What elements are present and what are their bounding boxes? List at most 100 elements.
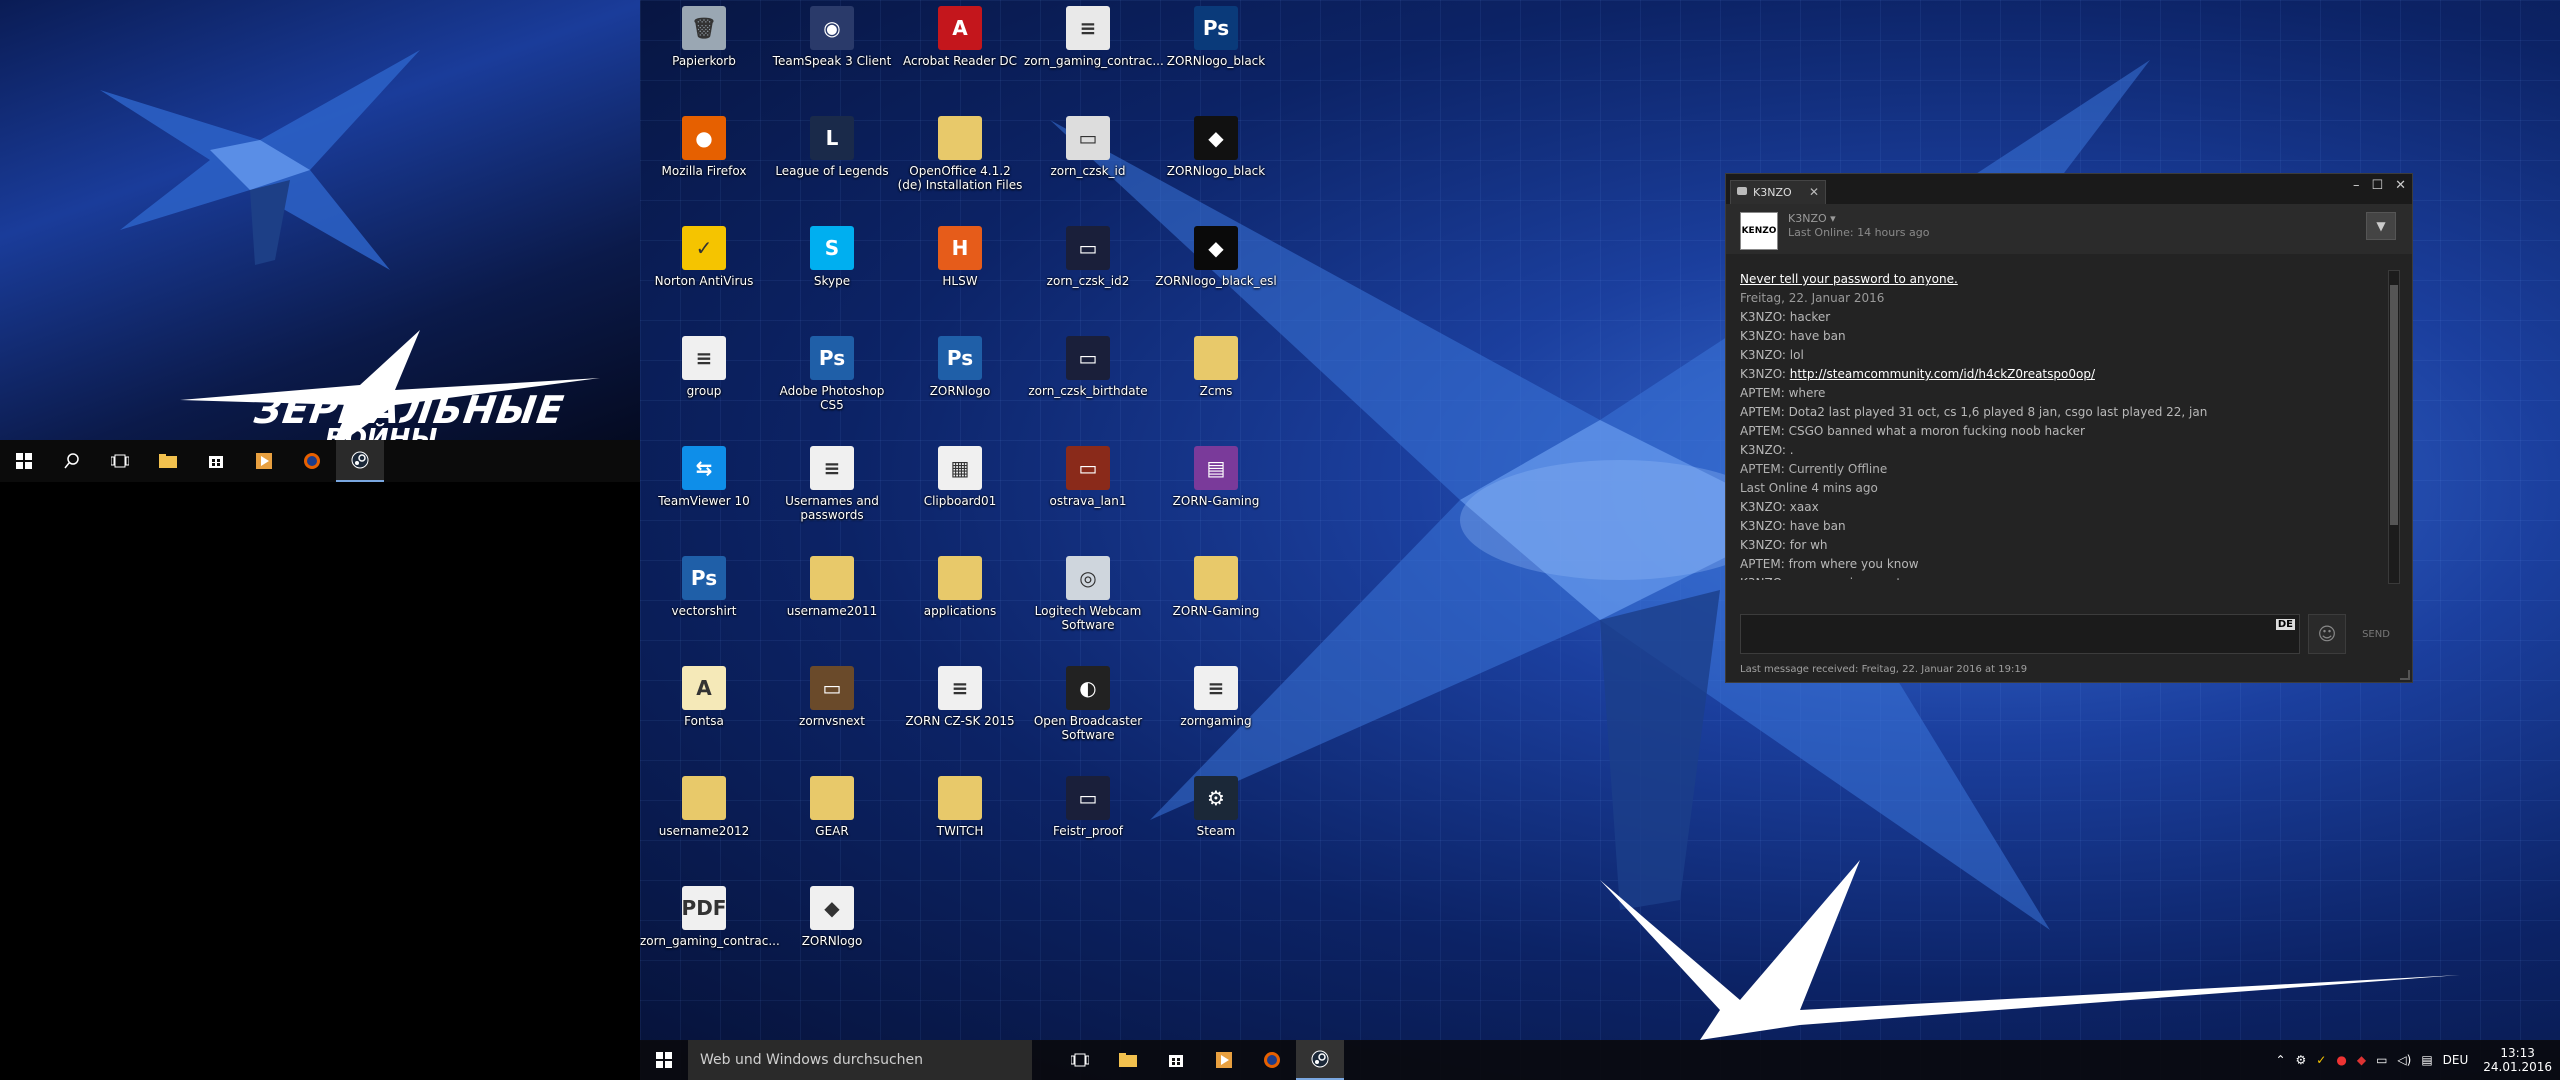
chevron-down-icon[interactable]: ▾	[1830, 212, 1836, 225]
left-wallpaper: ЗЕРКАЛЬНЫЕ ВОЙНЫ	[0, 0, 640, 445]
search-icon[interactable]	[48, 440, 96, 482]
desktop-icon-label: zornvsnext	[799, 714, 865, 728]
desktop-icon[interactable]: ZORN-Gaming	[1152, 550, 1280, 618]
taskbar-search-input[interactable]: Web und Windows durchsuchen	[688, 1040, 1032, 1080]
steam-chat-window[interactable]: K3NZO ✕ – ☐ ✕ KENZO K3NZO ▾ Last Online:…	[1725, 173, 2413, 683]
chat-message: K3NZO: for wh	[1740, 536, 2384, 555]
font-icon: A	[682, 666, 726, 710]
scrollbar-thumb[interactable]	[2390, 285, 2398, 525]
desktop-icon[interactable]: GEAR	[768, 770, 896, 838]
task-view-icon[interactable]	[1056, 1040, 1104, 1080]
desktop-icon[interactable]: 🗑 Papierkorb	[640, 0, 768, 68]
desktop-icon[interactable]: ≡ Usernames and passwords	[768, 440, 896, 522]
desktop-icon-label: Usernames and passwords	[785, 494, 879, 522]
task-view-icon[interactable]	[96, 440, 144, 482]
desktop-icon-label: ZORNlogo	[929, 384, 991, 398]
desktop-icon[interactable]: L League of Legends	[768, 110, 896, 178]
chat-titlebar[interactable]: K3NZO ✕ – ☐ ✕	[1726, 174, 2412, 205]
maximize-icon[interactable]: ☐	[2371, 178, 2383, 193]
firefox-icon[interactable]	[1248, 1040, 1296, 1080]
desktop-icon[interactable]: ⚙ Steam	[1152, 770, 1280, 838]
steam-icon[interactable]	[1296, 1040, 1344, 1080]
desktop-icon[interactable]: Ps ZORNlogo_black	[1152, 0, 1280, 68]
desktop-icon[interactable]: OpenOffice 4.1.2 (de) Installation Files	[896, 110, 1024, 192]
store-icon[interactable]	[192, 440, 240, 482]
desktop-icon[interactable]: ▭ zorn_czsk_id2	[1024, 220, 1152, 288]
desktop-icon[interactable]: ◆ ZORNlogo_black_esl	[1152, 220, 1280, 288]
desktop-icon[interactable]: ⇆ TeamViewer 10	[640, 440, 768, 508]
desktop-icon[interactable]: ≡ ZORN CZ-SK 2015	[896, 660, 1024, 728]
desktop-icon[interactable]: Ps vectorshirt	[640, 550, 768, 618]
desktop-icon-label: zorngaming	[1180, 714, 1252, 728]
desktop-icon[interactable]: ▭ Feistr_proof	[1024, 770, 1152, 838]
desktop-icon-label: zorn_czsk_id	[1050, 164, 1126, 178]
file-explorer-icon[interactable]	[144, 440, 192, 482]
security-tray-icon[interactable]: ◆	[2357, 1053, 2366, 1067]
desktop-icon[interactable]: ≡ group	[640, 330, 768, 398]
chat-scrollbar[interactable]	[2388, 270, 2400, 584]
desktop-icon[interactable]: A Acrobat Reader DC	[896, 0, 1024, 68]
friend-name[interactable]: K3NZO ▾	[1788, 212, 1836, 225]
desktop-icon[interactable]: Zcms	[1152, 330, 1280, 398]
message-input[interactable]: DE	[1740, 614, 2300, 654]
desktop-icon[interactable]: ≡ zorngaming	[1152, 660, 1280, 728]
desktop-icon[interactable]: PDF zorn_gaming_contrac...	[640, 880, 780, 948]
desktop-icon[interactable]: ◐ Open Broadcaster Software	[1024, 660, 1152, 742]
desktop-icon[interactable]: username2011	[768, 550, 896, 618]
desktop-icon[interactable]: ▭ zorn_czsk_id	[1024, 110, 1152, 178]
desktop-icon[interactable]: A Fontsa	[640, 660, 768, 728]
desktop-icon[interactable]: ● Mozilla Firefox	[640, 110, 768, 178]
pdf-icon: PDF	[682, 886, 726, 930]
minimize-icon[interactable]: –	[2353, 178, 2360, 193]
desktop-icon[interactable]: ▭ zorn_czsk_birthdate	[1024, 330, 1152, 398]
volume-icon[interactable]: ◁)	[2397, 1053, 2411, 1067]
steam-icon[interactable]	[336, 440, 384, 482]
windows-start-icon[interactable]	[640, 1040, 688, 1080]
desktop-icon[interactable]: TWITCH	[896, 770, 1024, 838]
chat-message-link[interactable]: http://steamcommunity.com/id/h4ckZ0reats…	[1790, 367, 2095, 381]
desktop-icon[interactable]: ◉ TeamSpeak 3 Client	[768, 0, 896, 68]
desktop-icon[interactable]: S Skype	[768, 220, 896, 288]
norton-tray-icon[interactable]: ✓	[2316, 1053, 2326, 1067]
app-tray-icon[interactable]: ●	[2336, 1053, 2346, 1067]
resize-grip-icon[interactable]	[2400, 670, 2410, 680]
language-indicator[interactable]: DEU	[2443, 1053, 2469, 1067]
teamviewer-icon: ⇆	[682, 446, 726, 490]
avatar[interactable]: KENZO	[1740, 212, 1778, 250]
desktop-icon[interactable]: Ps Adobe Photoshop CS5	[768, 330, 896, 412]
clock[interactable]: 13:13 24.01.2016	[2483, 1046, 2552, 1074]
desktop-icon[interactable]: ▭ zornvsnext	[768, 660, 896, 728]
desktop-icon[interactable]: ◎ Logitech Webcam Software	[1024, 550, 1152, 632]
chevron-down-icon[interactable]: ▼	[2366, 212, 2396, 240]
notifications-icon[interactable]: ▤	[2421, 1053, 2432, 1067]
desktop-icon[interactable]: H HLSW	[896, 220, 1024, 288]
chevron-up-icon[interactable]: ⌃	[2275, 1053, 2285, 1067]
file-explorer-icon[interactable]	[1104, 1040, 1152, 1080]
desktop-icon[interactable]: ✓ Norton AntiVirus	[640, 220, 768, 288]
desktop-icon-label: HLSW	[942, 274, 978, 288]
store-icon[interactable]	[1152, 1040, 1200, 1080]
network-icon[interactable]: ▭	[2376, 1053, 2387, 1067]
steam-tray-icon[interactable]: ⚙	[2296, 1053, 2307, 1067]
close-icon[interactable]: ✕	[2395, 178, 2406, 193]
media-player-icon[interactable]	[1200, 1040, 1248, 1080]
desktop-icon[interactable]: ▦ Clipboard01	[896, 440, 1024, 508]
desktop-icon[interactable]: ▤ ZORN-Gaming	[1152, 440, 1280, 508]
desktop-icon[interactable]: applications	[896, 550, 1024, 618]
desktop-icon[interactable]: ◆ ZORNlogo	[768, 880, 896, 948]
chat-message-text: K3NZO: lol	[1740, 348, 1804, 362]
windows-start-icon[interactable]	[0, 440, 48, 482]
send-button[interactable]: SEND	[2350, 614, 2402, 654]
desktop-icon[interactable]: ◆ ZORNlogo_black	[1152, 110, 1280, 178]
desktop-icon[interactable]: username2012	[640, 770, 768, 838]
desktop-icon[interactable]: ≡ zorn_gaming_contrac...	[1024, 0, 1164, 68]
chat-tab[interactable]: K3NZO ✕	[1730, 180, 1826, 204]
desktop-icon[interactable]: ▭ ostrava_lan1	[1024, 440, 1152, 508]
desktop-icon[interactable]: Ps ZORNlogo	[896, 330, 1024, 398]
password-warning[interactable]: Never tell your password to anyone.	[1740, 270, 2384, 289]
close-tab-icon[interactable]: ✕	[1809, 185, 1819, 199]
emoticon-icon[interactable]: ☺	[2308, 614, 2346, 654]
media-player-icon[interactable]	[240, 440, 288, 482]
folder-icon	[810, 556, 854, 600]
firefox-icon[interactable]	[288, 440, 336, 482]
